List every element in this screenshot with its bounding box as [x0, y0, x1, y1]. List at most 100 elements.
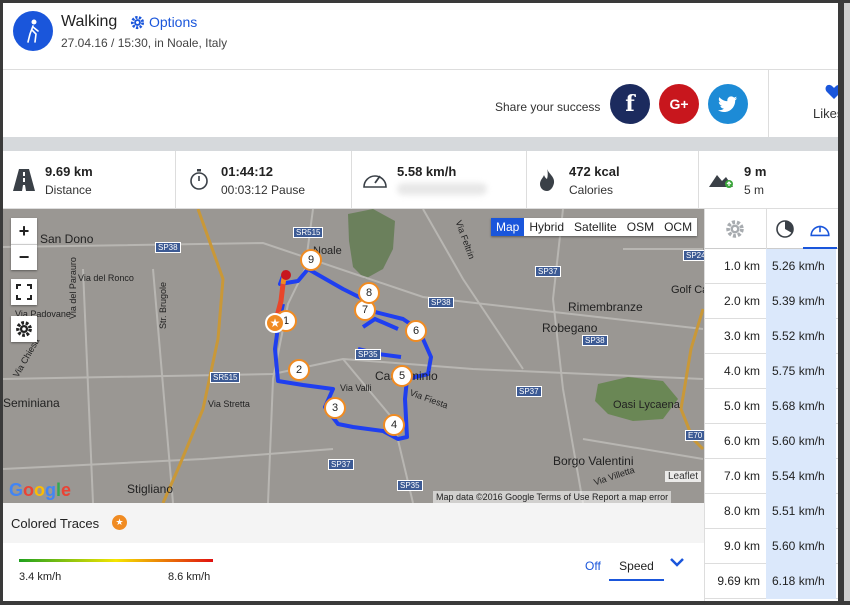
stat-value: 472 kcal: [569, 164, 620, 179]
split-row: 3.0 km 5.52 km/h: [705, 319, 839, 354]
stopwatch-icon: [190, 169, 208, 190]
map-place-label: Rimembranze: [568, 300, 643, 314]
google-plus-share-button[interactable]: G+: [659, 84, 699, 124]
map-settings-button[interactable]: [11, 316, 37, 342]
route-marker[interactable]: 8: [358, 282, 380, 304]
twitter-icon: [718, 95, 738, 112]
split-distance: 5.0 km: [723, 399, 760, 413]
share-bar: Share your success f G+ Likes: [3, 69, 843, 138]
split-distance: 4.0 km: [723, 364, 760, 378]
twitter-share-button[interactable]: [708, 84, 748, 124]
blurred-label: [397, 183, 487, 195]
route-marker[interactable]: 2: [288, 359, 310, 381]
zoom-in-button[interactable]: +: [11, 218, 37, 244]
speedometer-icon: [810, 225, 830, 237]
stat-value: 01:44:12: [221, 164, 274, 179]
split-distance: 6.0 km: [723, 434, 760, 448]
chevron-down-icon[interactable]: [669, 556, 685, 568]
walking-icon: [13, 11, 53, 51]
legend-min: 3.4 km/h: [19, 571, 62, 583]
route-marker[interactable]: 5: [391, 365, 413, 387]
map-type-map[interactable]: Map: [491, 218, 525, 236]
fullscreen-button[interactable]: [11, 279, 37, 305]
traces-off-button[interactable]: Off: [585, 559, 601, 573]
split-distance: 3.0 km: [723, 329, 760, 343]
activity-header: Walking Options 27.04.16 / 15:30, in Noa…: [3, 3, 838, 69]
google-plus-icon: G+: [669, 96, 689, 112]
split-row: 6.0 km 5.60 km/h: [705, 424, 839, 459]
traces-speed-tab[interactable]: Speed: [609, 551, 664, 581]
route-marker[interactable]: 6: [405, 320, 427, 342]
stats-bar: 9.69 km Distance 01:44:12 00:03:12 Pause…: [3, 151, 838, 209]
zoom-out-button[interactable]: −: [11, 244, 37, 270]
map-type-ocm[interactable]: OCM: [659, 218, 697, 236]
map-place-label: Oasi Lycaena: [613, 399, 680, 411]
stat-label: 00:03:12 Pause: [221, 183, 306, 197]
speed-legend: 3.4 km/h 8.6 km/h Off Speed: [3, 543, 704, 601]
map-place-label: Via del Parauro: [68, 257, 78, 319]
road-badge: SP38: [582, 335, 608, 346]
split-row: 5.0 km 5.68 km/h: [705, 389, 839, 424]
split-row: 9.69 km 6.18 km/h: [705, 564, 839, 599]
map-place-label: Str. Brugole: [158, 281, 168, 329]
stat-duration: 01:44:12 00:03:12 Pause: [176, 151, 352, 209]
start-star-icon[interactable]: ★: [265, 313, 285, 333]
map-place-label: Stigliano: [127, 482, 174, 496]
road-badge: SR515: [293, 227, 324, 238]
road-badge: SP37: [516, 386, 542, 397]
gear-icon: [130, 15, 145, 29]
stat-value: 5.58 km/h: [397, 164, 457, 179]
activity-title: Walking: [61, 13, 118, 30]
map-place-label: Via Stretta: [208, 399, 250, 409]
map-type-osm[interactable]: OSM: [622, 218, 659, 236]
map-attribution[interactable]: Map data ©2016 Google Terms of Use Repor…: [433, 491, 672, 503]
map-place-label: Seminiana: [3, 396, 60, 410]
split-distance: 9.69 km: [717, 574, 760, 588]
map-type-hybrid[interactable]: Hybrid: [524, 218, 569, 236]
split-row: 4.0 km 5.75 km/h: [705, 354, 839, 389]
stat-label: Calories: [569, 183, 614, 197]
split-distance: 9.0 km: [723, 539, 760, 553]
likes-button[interactable]: Likes: [768, 70, 843, 138]
facebook-share-button[interactable]: f: [610, 84, 650, 124]
share-text: Share your success: [495, 100, 601, 114]
split-row: 2.0 km 5.39 km/h: [705, 284, 839, 319]
pie-clock-icon[interactable]: [775, 219, 795, 239]
speed-gradient: [19, 559, 213, 562]
gear-icon[interactable]: [725, 219, 745, 239]
map-place-label: Golf Ca: [671, 284, 704, 296]
map-place-label: Borgo Valentini: [553, 454, 634, 468]
splits-panel: 1.0 km 5.26 km/h 2.0 km 5.39 km/h 3.0 km 5.52…: [704, 209, 839, 601]
route-marker[interactable]: 9: [300, 249, 322, 271]
split-distance: 7.0 km: [723, 469, 760, 483]
map-type-switcher: Map Hybrid Satellite OSM OCM: [491, 218, 698, 236]
options-label: Options: [149, 14, 198, 30]
road-badge: SP24: [683, 250, 704, 261]
map-place-label: Via del Ronco: [78, 273, 134, 283]
split-speed: 5.39 km/h: [766, 284, 836, 319]
road-badge: SP35: [355, 349, 381, 360]
route-marker[interactable]: 3: [324, 397, 346, 419]
split-row: 7.0 km 5.54 km/h: [705, 459, 839, 494]
split-distance: 2.0 km: [723, 294, 760, 308]
road-icon: [13, 169, 35, 191]
colored-traces-title: Colored Traces: [11, 516, 100, 531]
split-speed: 5.75 km/h: [766, 354, 836, 389]
speed-tab[interactable]: [803, 209, 837, 249]
stat-label: Distance: [45, 183, 92, 197]
route-marker[interactable]: 4: [383, 414, 405, 436]
splits-header: [705, 209, 839, 249]
road-badge: SP37: [535, 266, 561, 277]
stat-elevation: 9 m 5 m: [699, 151, 838, 209]
map-type-satellite[interactable]: Satellite: [569, 218, 622, 236]
fullscreen-icon: [16, 284, 32, 300]
split-row: 8.0 km 5.51 km/h: [705, 494, 839, 529]
activity-subtitle: 27.04.16 / 15:30, in Noale, Italy: [61, 36, 228, 50]
gear-icon: [16, 321, 32, 337]
split-speed: 5.51 km/h: [766, 494, 836, 529]
map-place-label: San Dono: [40, 232, 94, 246]
route-map[interactable]: San Dono Via del Ronco Via Padovane Via …: [3, 209, 704, 503]
options-button[interactable]: Options: [130, 14, 197, 30]
leaflet-attribution[interactable]: Leaflet: [665, 471, 702, 482]
stat-value: 9 m: [744, 164, 767, 179]
